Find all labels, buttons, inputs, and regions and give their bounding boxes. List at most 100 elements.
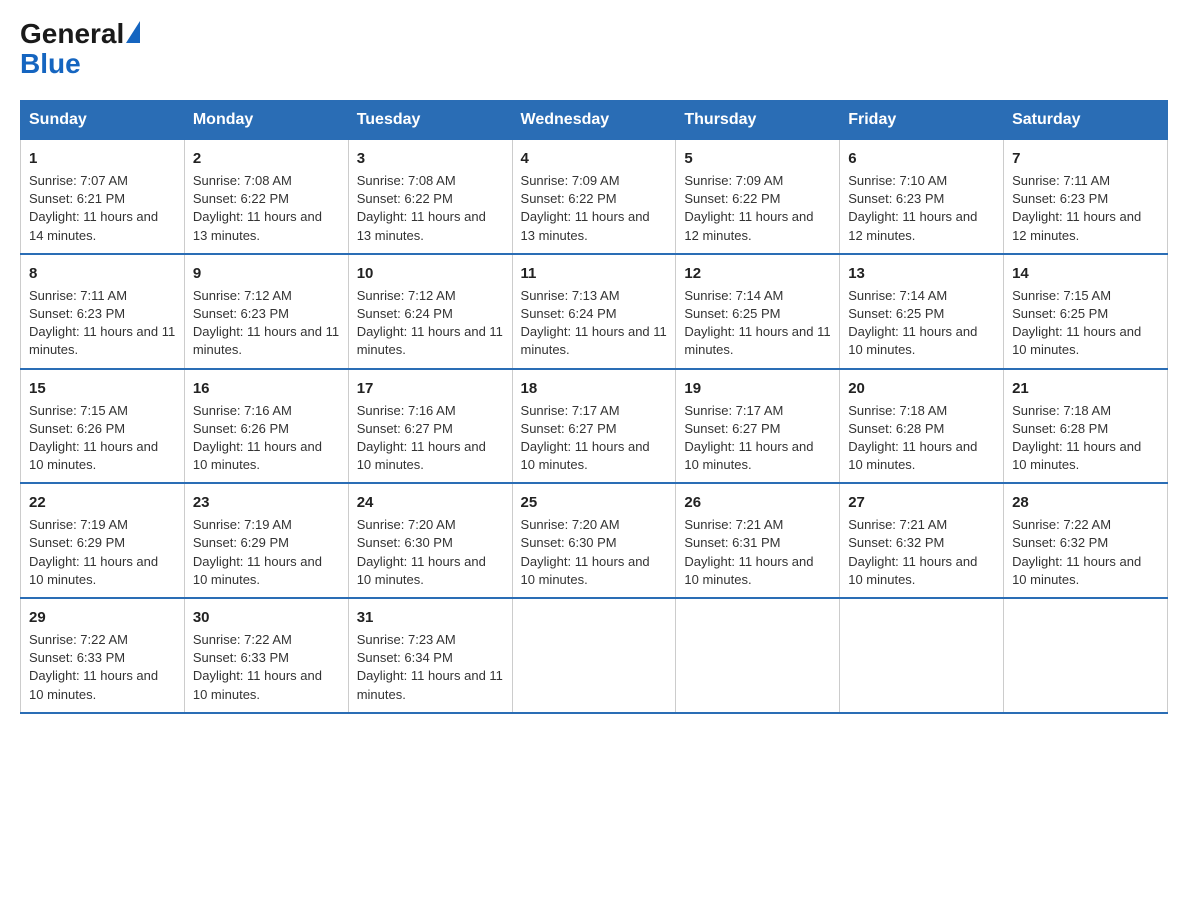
day-cell: 22 Sunrise: 7:19 AM Sunset: 6:29 PM Dayl… [21,483,185,598]
sunrise-info: Sunrise: 7:08 AM [193,173,292,188]
sunset-info: Sunset: 6:23 PM [1012,191,1108,206]
day-cell: 7 Sunrise: 7:11 AM Sunset: 6:23 PM Dayli… [1004,140,1168,254]
day-cell: 24 Sunrise: 7:20 AM Sunset: 6:30 PM Dayl… [348,483,512,598]
sunset-info: Sunset: 6:29 PM [29,535,125,550]
daylight-info: Daylight: 11 hours and 10 minutes. [848,324,977,357]
sunrise-info: Sunrise: 7:11 AM [29,288,127,303]
sunset-info: Sunset: 6:22 PM [521,191,617,206]
day-cell [840,598,1004,713]
col-header-sunday: Sunday [21,101,185,140]
day-cell: 8 Sunrise: 7:11 AM Sunset: 6:23 PM Dayli… [21,254,185,369]
sunset-info: Sunset: 6:24 PM [357,306,453,321]
sunset-info: Sunset: 6:26 PM [193,421,289,436]
daylight-info: Daylight: 11 hours and 12 minutes. [1012,209,1141,242]
sunrise-info: Sunrise: 7:16 AM [357,403,456,418]
sunrise-info: Sunrise: 7:13 AM [521,288,620,303]
day-number: 15 [29,378,176,399]
sunset-info: Sunset: 6:22 PM [357,191,453,206]
daylight-info: Daylight: 11 hours and 10 minutes. [357,554,486,587]
day-number: 6 [848,148,995,169]
logo-triangle-icon [126,21,140,43]
day-number: 3 [357,148,504,169]
sunrise-info: Sunrise: 7:23 AM [357,632,456,647]
daylight-info: Daylight: 11 hours and 14 minutes. [29,209,158,242]
daylight-info: Daylight: 11 hours and 10 minutes. [848,439,977,472]
col-header-wednesday: Wednesday [512,101,676,140]
daylight-info: Daylight: 11 hours and 10 minutes. [521,439,650,472]
day-number: 12 [684,263,831,284]
col-header-saturday: Saturday [1004,101,1168,140]
daylight-info: Daylight: 11 hours and 10 minutes. [521,554,650,587]
sunset-info: Sunset: 6:27 PM [684,421,780,436]
day-cell: 14 Sunrise: 7:15 AM Sunset: 6:25 PM Dayl… [1004,254,1168,369]
daylight-info: Daylight: 11 hours and 10 minutes. [357,439,486,472]
day-number: 7 [1012,148,1159,169]
day-cell: 2 Sunrise: 7:08 AM Sunset: 6:22 PM Dayli… [184,140,348,254]
day-number: 20 [848,378,995,399]
sunrise-info: Sunrise: 7:16 AM [193,403,292,418]
day-number: 2 [193,148,340,169]
sunset-info: Sunset: 6:28 PM [848,421,944,436]
logo: General Blue [20,20,140,80]
sunset-info: Sunset: 6:33 PM [29,650,125,665]
daylight-info: Daylight: 11 hours and 13 minutes. [521,209,650,242]
daylight-info: Daylight: 11 hours and 10 minutes. [848,554,977,587]
day-number: 27 [848,492,995,513]
sunrise-info: Sunrise: 7:19 AM [193,517,292,532]
sunset-info: Sunset: 6:22 PM [193,191,289,206]
header-row: SundayMondayTuesdayWednesdayThursdayFrid… [21,101,1168,140]
daylight-info: Daylight: 11 hours and 10 minutes. [29,439,158,472]
day-cell: 19 Sunrise: 7:17 AM Sunset: 6:27 PM Dayl… [676,369,840,484]
day-cell [676,598,840,713]
daylight-info: Daylight: 11 hours and 10 minutes. [684,439,813,472]
sunrise-info: Sunrise: 7:14 AM [684,288,783,303]
day-cell: 29 Sunrise: 7:22 AM Sunset: 6:33 PM Dayl… [21,598,185,713]
daylight-info: Daylight: 11 hours and 11 minutes. [684,324,830,357]
sunset-info: Sunset: 6:23 PM [848,191,944,206]
col-header-thursday: Thursday [676,101,840,140]
day-cell: 30 Sunrise: 7:22 AM Sunset: 6:33 PM Dayl… [184,598,348,713]
day-cell: 15 Sunrise: 7:15 AM Sunset: 6:26 PM Dayl… [21,369,185,484]
sunrise-info: Sunrise: 7:09 AM [684,173,783,188]
sunset-info: Sunset: 6:31 PM [684,535,780,550]
day-number: 10 [357,263,504,284]
sunrise-info: Sunrise: 7:17 AM [521,403,620,418]
sunrise-info: Sunrise: 7:12 AM [193,288,292,303]
day-number: 18 [521,378,668,399]
day-cell: 20 Sunrise: 7:18 AM Sunset: 6:28 PM Dayl… [840,369,1004,484]
sunrise-info: Sunrise: 7:22 AM [1012,517,1111,532]
day-cell: 4 Sunrise: 7:09 AM Sunset: 6:22 PM Dayli… [512,140,676,254]
week-row-2: 8 Sunrise: 7:11 AM Sunset: 6:23 PM Dayli… [21,254,1168,369]
day-number: 13 [848,263,995,284]
sunrise-info: Sunrise: 7:18 AM [1012,403,1111,418]
day-number: 14 [1012,263,1159,284]
sunrise-info: Sunrise: 7:18 AM [848,403,947,418]
daylight-info: Daylight: 11 hours and 13 minutes. [193,209,322,242]
sunrise-info: Sunrise: 7:12 AM [357,288,456,303]
sunset-info: Sunset: 6:27 PM [357,421,453,436]
sunset-info: Sunset: 6:23 PM [193,306,289,321]
sunset-info: Sunset: 6:32 PM [1012,535,1108,550]
daylight-info: Daylight: 11 hours and 11 minutes. [357,324,503,357]
sunrise-info: Sunrise: 7:21 AM [848,517,947,532]
sunset-info: Sunset: 6:25 PM [848,306,944,321]
daylight-info: Daylight: 11 hours and 11 minutes. [521,324,667,357]
sunrise-info: Sunrise: 7:14 AM [848,288,947,303]
day-number: 1 [29,148,176,169]
day-cell: 23 Sunrise: 7:19 AM Sunset: 6:29 PM Dayl… [184,483,348,598]
day-cell: 10 Sunrise: 7:12 AM Sunset: 6:24 PM Dayl… [348,254,512,369]
day-cell: 28 Sunrise: 7:22 AM Sunset: 6:32 PM Dayl… [1004,483,1168,598]
sunrise-info: Sunrise: 7:15 AM [1012,288,1111,303]
day-cell [512,598,676,713]
day-cell: 25 Sunrise: 7:20 AM Sunset: 6:30 PM Dayl… [512,483,676,598]
day-number: 24 [357,492,504,513]
sunrise-info: Sunrise: 7:20 AM [357,517,456,532]
sunrise-info: Sunrise: 7:17 AM [684,403,783,418]
col-header-friday: Friday [840,101,1004,140]
day-cell: 13 Sunrise: 7:14 AM Sunset: 6:25 PM Dayl… [840,254,1004,369]
logo-blue-text: Blue [20,48,81,80]
day-number: 30 [193,607,340,628]
sunset-info: Sunset: 6:27 PM [521,421,617,436]
day-number: 28 [1012,492,1159,513]
sunset-info: Sunset: 6:26 PM [29,421,125,436]
